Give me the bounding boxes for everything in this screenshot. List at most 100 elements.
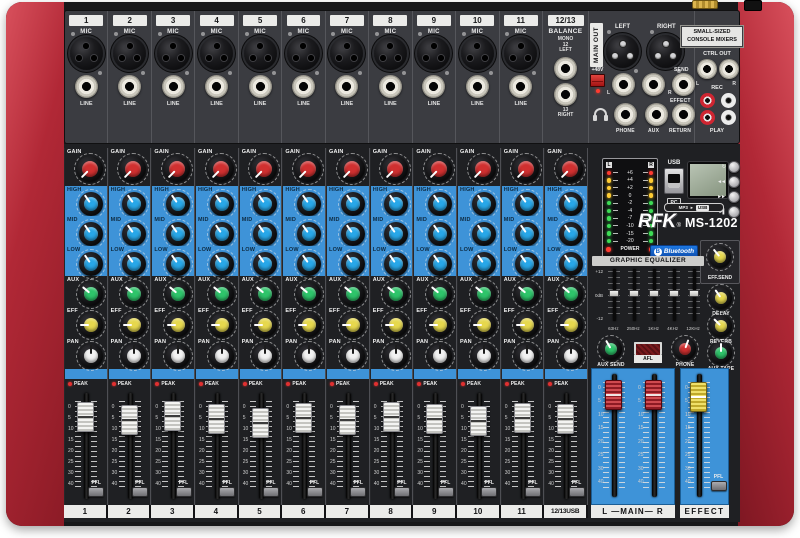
pan-knob-ch8[interactable] (384, 344, 408, 368)
high-knob-ch2[interactable] (122, 192, 146, 216)
eff-send-knob[interactable] (709, 246, 731, 268)
aux-knob-ch12/13[interactable] (559, 282, 583, 306)
fader-cap[interactable] (208, 404, 225, 434)
aux-send-knob[interactable] (600, 338, 622, 360)
eff-knob-ch8[interactable] (384, 313, 408, 337)
eff-knob-ch6[interactable] (297, 313, 321, 337)
eff-knob-ch1[interactable] (79, 313, 103, 337)
aux-knob-ch2[interactable] (122, 282, 146, 306)
fader-cap[interactable] (383, 402, 400, 432)
delay-knob[interactable] (710, 287, 732, 309)
eq-slider-250Hz[interactable] (628, 269, 640, 321)
high-knob-ch5[interactable] (253, 192, 277, 216)
fader-cap[interactable] (645, 380, 662, 410)
high-knob-ch3[interactable] (166, 192, 190, 216)
main-fader-right[interactable]: 05101520253040 (635, 372, 673, 499)
aux-knob-ch11[interactable] (515, 282, 539, 306)
mid-knob-ch6[interactable] (297, 222, 321, 246)
aux-knob-ch5[interactable] (253, 282, 277, 306)
gain-knob-ch4[interactable] (208, 156, 234, 182)
gain-knob-ch7[interactable] (339, 156, 365, 182)
fader-cap[interactable] (514, 403, 531, 433)
pfl-button-ch8[interactable] (394, 487, 410, 497)
mid-knob-ch11[interactable] (515, 222, 539, 246)
mid-knob-ch1[interactable] (79, 222, 103, 246)
gain-knob-ch5[interactable] (251, 156, 277, 182)
fader-cap[interactable] (295, 403, 312, 433)
pfl-button-ch2[interactable] (132, 487, 148, 497)
eff-knob-ch12/13[interactable] (559, 313, 583, 337)
high-knob-ch6[interactable] (297, 192, 321, 216)
mid-knob-ch5[interactable] (253, 222, 277, 246)
gain-knob-ch12/13[interactable] (557, 156, 583, 182)
eff-knob-ch3[interactable] (166, 313, 190, 337)
pfl-button-ch7[interactable] (350, 487, 366, 497)
eff-knob-ch4[interactable] (210, 313, 234, 337)
mid-knob-ch2[interactable] (122, 222, 146, 246)
low-knob-ch3[interactable] (166, 252, 190, 276)
eq-slider-1KHz[interactable] (648, 269, 660, 321)
fader-cap[interactable] (605, 380, 622, 410)
fader-cap[interactable] (339, 405, 356, 435)
high-knob-ch10[interactable] (472, 192, 496, 216)
high-knob-ch11[interactable] (515, 192, 539, 216)
low-knob-ch9[interactable] (428, 252, 452, 276)
gain-knob-ch11[interactable] (513, 156, 539, 182)
afl-window[interactable] (634, 342, 662, 355)
eq-slider-cap[interactable] (669, 290, 679, 297)
fader-cap[interactable] (470, 406, 487, 436)
aux-knob-ch6[interactable] (297, 282, 321, 306)
aux-knob-ch8[interactable] (384, 282, 408, 306)
aux-knob-ch3[interactable] (166, 282, 190, 306)
low-knob-ch1[interactable] (79, 252, 103, 276)
aux-knob-ch1[interactable] (79, 282, 103, 306)
high-knob-ch1[interactable] (79, 192, 103, 216)
pan-knob-ch9[interactable] (428, 344, 452, 368)
gain-knob-ch6[interactable] (295, 156, 321, 182)
mid-knob-ch3[interactable] (166, 222, 190, 246)
mid-knob-ch10[interactable] (472, 222, 496, 246)
fader-cap[interactable] (426, 404, 443, 434)
eq-slider-63Hz[interactable] (608, 269, 620, 321)
low-knob-ch11[interactable] (515, 252, 539, 276)
low-knob-ch10[interactable] (472, 252, 496, 276)
gain-knob-ch3[interactable] (164, 156, 190, 182)
eq-slider-cap[interactable] (689, 290, 699, 297)
fader-cap[interactable] (121, 405, 138, 435)
fader-cap[interactable] (164, 401, 181, 431)
low-knob-ch4[interactable] (210, 252, 234, 276)
aux-knob-ch4[interactable] (210, 282, 234, 306)
pfl-button-ch3[interactable] (176, 487, 192, 497)
aux-knob-ch9[interactable] (428, 282, 452, 306)
eff-knob-ch9[interactable] (428, 313, 452, 337)
mid-knob-ch4[interactable] (210, 222, 234, 246)
pfl-button-ch5[interactable] (263, 487, 279, 497)
fader-cap[interactable] (252, 408, 269, 438)
low-knob-ch2[interactable] (122, 252, 146, 276)
pfl-button-ch10[interactable] (481, 487, 497, 497)
pan-knob-ch12/13[interactable] (559, 344, 583, 368)
pan-knob-ch11[interactable] (515, 344, 539, 368)
fader-cap[interactable] (690, 382, 707, 412)
pan-knob-ch4[interactable] (210, 344, 234, 368)
next-button[interactable] (728, 191, 740, 203)
pfl-button-effect[interactable] (711, 481, 727, 491)
low-knob-ch12/13[interactable] (559, 252, 583, 276)
pan-knob-ch7[interactable] (341, 344, 365, 368)
mid-knob-ch12/13[interactable] (559, 222, 583, 246)
high-knob-ch4[interactable] (210, 192, 234, 216)
low-knob-ch7[interactable] (341, 252, 365, 276)
pan-knob-ch1[interactable] (79, 344, 103, 368)
pan-knob-ch10[interactable] (472, 344, 496, 368)
low-knob-ch8[interactable] (384, 252, 408, 276)
eff-knob-ch11[interactable] (515, 313, 539, 337)
aux-knob-ch7[interactable] (341, 282, 365, 306)
loop-button[interactable] (728, 161, 740, 173)
pfl-button-ch12/13[interactable] (569, 487, 585, 497)
pfl-button-ch4[interactable] (219, 487, 235, 497)
eq-slider-cap[interactable] (629, 290, 639, 297)
eff-knob-ch10[interactable] (472, 313, 496, 337)
aux-tape-knob[interactable] (710, 342, 732, 364)
fader-cap[interactable] (557, 404, 574, 434)
pan-knob-ch2[interactable] (122, 344, 146, 368)
